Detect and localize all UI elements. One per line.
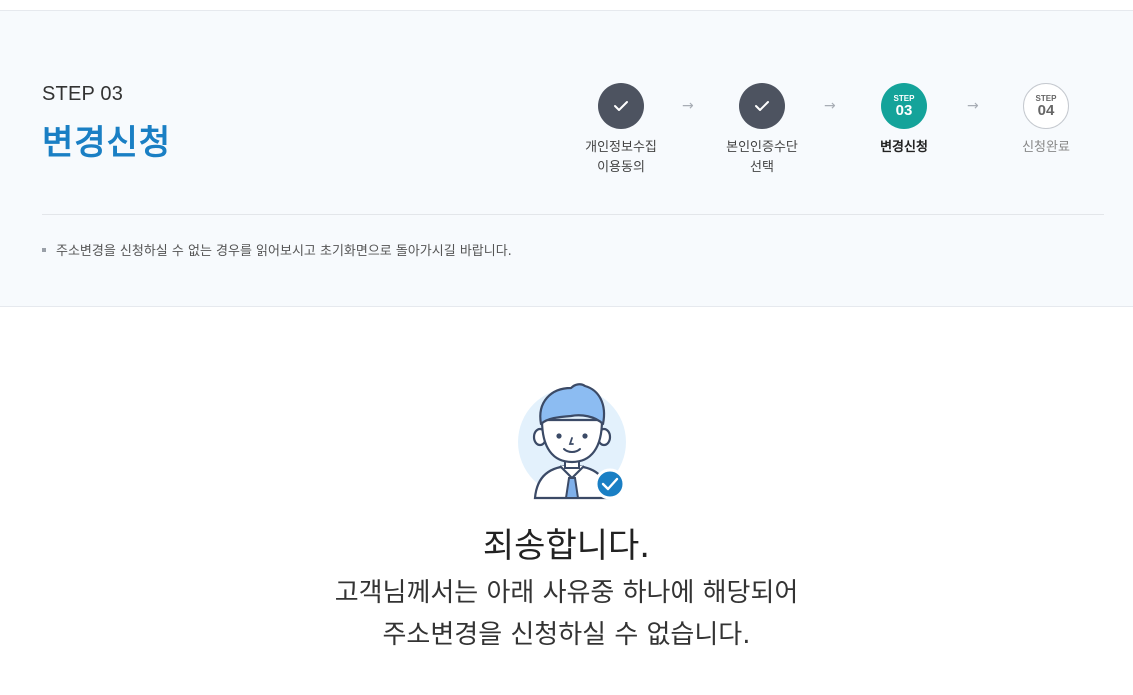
check-icon (614, 101, 628, 111)
step-4-circle: STEP 04 (1023, 83, 1069, 129)
step-3-circle: STEP 03 (881, 83, 927, 129)
notice-text: 주소변경을 신청하실 수 없는 경우를 읽어보시고 초기화면으로 돌아가시길 바… (42, 240, 512, 259)
customer-avatar-icon (518, 383, 626, 500)
step-3-label: 변경신청 (880, 140, 928, 155)
sorry-line-2: 주소변경을 신청하실 수 없습니다. (382, 620, 751, 650)
sorry-line-1: 고객님께서는 아래 사유중 하나에 해당되어 (334, 578, 799, 608)
step-1-label: 개인정보수집 이용동의 (585, 140, 657, 175)
step-1-circle (598, 83, 644, 129)
step-2: 본인인증수단 선택 (692, 83, 832, 178)
step-2-label: 본인인증수단 선택 (726, 140, 798, 175)
step-header: STEP 03 변경신청 개인정보수집 이용동의 → 본인인증수단 선택 → S… (0, 11, 1133, 307)
bullet-icon (42, 247, 46, 252)
progress-stepper: 개인정보수집 이용동의 → 본인인증수단 선택 → STEP 03 변경신청 →… (0, 11, 1133, 211)
step-4: STEP 04 신청완료 (976, 83, 1116, 158)
sorry-title: 죄송합니다. (482, 526, 651, 566)
step-3: STEP 03 변경신청 (834, 83, 974, 158)
header-divider (42, 214, 1104, 215)
step-4-label: 신청완료 (1022, 140, 1070, 155)
step-2-circle (739, 83, 785, 129)
step-1: 개인정보수집 이용동의 (551, 83, 691, 178)
check-icon (755, 101, 769, 111)
